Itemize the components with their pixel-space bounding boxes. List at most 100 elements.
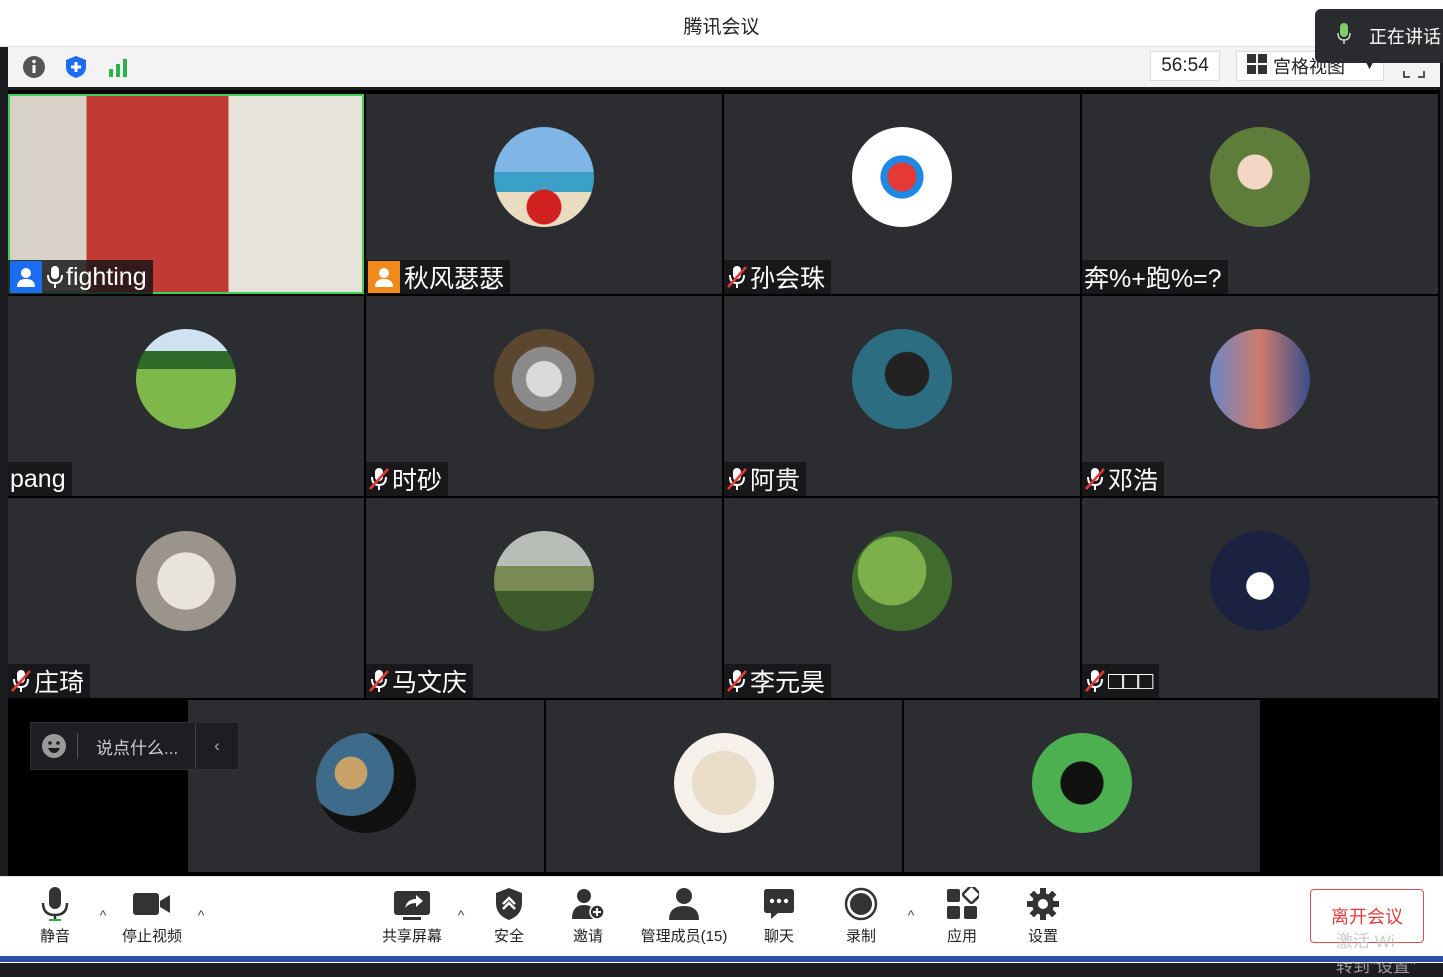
participant-tile[interactable]: fighting [8, 94, 364, 294]
chat-bubble-icon [764, 889, 794, 919]
participant-tile[interactable]: 孙会珠 [724, 94, 1080, 294]
participant-avatar [316, 733, 416, 833]
info-bar: 56:54 宫格视图 ▼ [8, 47, 1440, 90]
participant-tile[interactable]: 阿贵 [724, 296, 1080, 496]
participant-avatar [494, 531, 594, 631]
chevron-up-icon[interactable]: ^ [94, 907, 112, 923]
stop-video-button[interactable]: 停止视频 [116, 887, 188, 946]
members-icon [669, 888, 699, 920]
participant-tile[interactable]: 邓浩 [1082, 296, 1438, 496]
mic-muted-icon [1084, 669, 1106, 693]
participant-avatar [136, 329, 236, 429]
signal-icon[interactable] [106, 55, 130, 79]
manage-members-button[interactable]: 管理成员(15) [632, 887, 736, 946]
security-shield-icon [496, 888, 522, 920]
participant-name: □□□ [1108, 666, 1154, 695]
apps-label: 应用 [946, 928, 977, 945]
mute-label: 静音 [39, 928, 70, 945]
video-camera-icon [133, 893, 170, 915]
participant-tile[interactable]: 秋风瑟瑟 [366, 94, 722, 294]
chat-label: 聊天 [763, 928, 794, 945]
chat-input[interactable]: 说点什么... ‹ [30, 722, 239, 770]
participant-avatar [852, 127, 952, 227]
stop-video-label: 停止视频 [121, 928, 182, 945]
participant-name: fighting [66, 262, 147, 291]
participant-name: 庄琦 [34, 669, 85, 697]
chevron-up-icon[interactable]: ^ [192, 907, 210, 923]
chevron-up-icon[interactable]: ^ [902, 907, 920, 923]
speaking-label: 正在讲话 [1369, 27, 1441, 47]
participant-name: 李元昊 [750, 669, 826, 697]
participant-nameplate: 阿贵 [724, 462, 807, 496]
participant-tile[interactable]: □□□ [1082, 498, 1438, 698]
participant-tile[interactable] [904, 700, 1260, 872]
emoji-icon[interactable] [41, 733, 67, 759]
mic-muted-icon [368, 669, 390, 693]
settings-button[interactable]: 设置 [1022, 887, 1064, 946]
participant-name: 奔%+跑%=? [1084, 265, 1222, 293]
participant-avatar [136, 531, 236, 631]
participant-tile[interactable] [546, 700, 902, 872]
shield-icon[interactable] [64, 55, 88, 79]
add-user-icon [572, 889, 605, 920]
participant-tile[interactable]: 马文庆 [366, 498, 722, 698]
participant-nameplate: fighting [8, 260, 153, 294]
share-screen-label: 共享屏幕 [381, 928, 442, 945]
mic-muted-icon [1084, 467, 1106, 491]
participant-nameplate: 马文庆 [366, 664, 474, 698]
speaking-indicator: 正在讲话 [1315, 9, 1443, 63]
activation-watermark: 激活 Wi 转到"设置" [1336, 927, 1416, 977]
share-screen-button[interactable]: 共享屏幕 [376, 887, 448, 946]
user-badge-icon [368, 261, 400, 293]
participant-nameplate: 孙会珠 [724, 260, 832, 294]
chevron-up-icon[interactable]: ^ [452, 907, 470, 923]
meeting-timer: 56:54 [1150, 51, 1220, 81]
participant-name: 时砂 [392, 467, 443, 495]
chat-button[interactable]: 聊天 [758, 887, 800, 946]
participant-tile[interactable]: pang [8, 296, 364, 496]
participant-avatar [1032, 733, 1132, 833]
participant-tile[interactable]: 庄琦 [8, 498, 364, 698]
participant-name: pang [10, 464, 66, 493]
participant-name: 马文庆 [392, 669, 468, 697]
participant-tile[interactable] [188, 700, 544, 872]
participant-avatar [1210, 531, 1310, 631]
mic-on-icon [46, 265, 64, 289]
record-button[interactable]: 录制 [840, 887, 882, 946]
microphone-icon [41, 887, 69, 921]
grid-icon [1247, 53, 1267, 79]
apps-button[interactable]: 应用 [940, 887, 984, 946]
user-badge-icon [10, 261, 42, 293]
mute-button[interactable]: 静音 [30, 887, 80, 946]
participant-avatar [852, 329, 952, 429]
participant-nameplate: 秋风瑟瑟 [366, 260, 511, 294]
mic-icon [1337, 22, 1351, 50]
invite-label: 邀请 [572, 928, 603, 945]
info-icon[interactable] [22, 55, 46, 79]
mic-muted-icon [726, 265, 748, 289]
collapse-chevron-icon[interactable]: ‹ [195, 723, 238, 769]
security-button[interactable]: 安全 [488, 887, 530, 946]
bottom-border [0, 956, 1443, 962]
participant-nameplate: 时砂 [366, 462, 449, 496]
mic-muted-icon [10, 669, 32, 693]
invite-button[interactable]: 邀请 [566, 887, 610, 946]
participant-nameplate: □□□ [1082, 664, 1160, 698]
participant-avatar [674, 733, 774, 833]
participant-tile[interactable]: 李元昊 [724, 498, 1080, 698]
participant-nameplate: 邓浩 [1082, 462, 1165, 496]
meeting-toolbar: 静音 ^ 停止视频 ^ 共享屏幕 ^ 安全 邀请 管理成员(15) 聊天 录制 … [0, 876, 1443, 976]
participant-nameplate: 李元昊 [724, 664, 832, 698]
record-icon [844, 887, 878, 921]
participant-avatar [494, 329, 594, 429]
participant-tile[interactable]: 奔%+跑%=? [1082, 94, 1438, 294]
mic-muted-icon [368, 467, 390, 491]
mic-muted-icon [726, 467, 748, 491]
participant-tile[interactable]: 时砂 [366, 296, 722, 496]
gear-icon [1027, 888, 1059, 920]
share-screen-icon [394, 891, 430, 920]
title-bar: 腾讯会议 [0, 0, 1443, 47]
participant-name: 孙会珠 [750, 265, 826, 293]
apps-icon [947, 887, 979, 919]
participant-avatar [1210, 127, 1310, 227]
